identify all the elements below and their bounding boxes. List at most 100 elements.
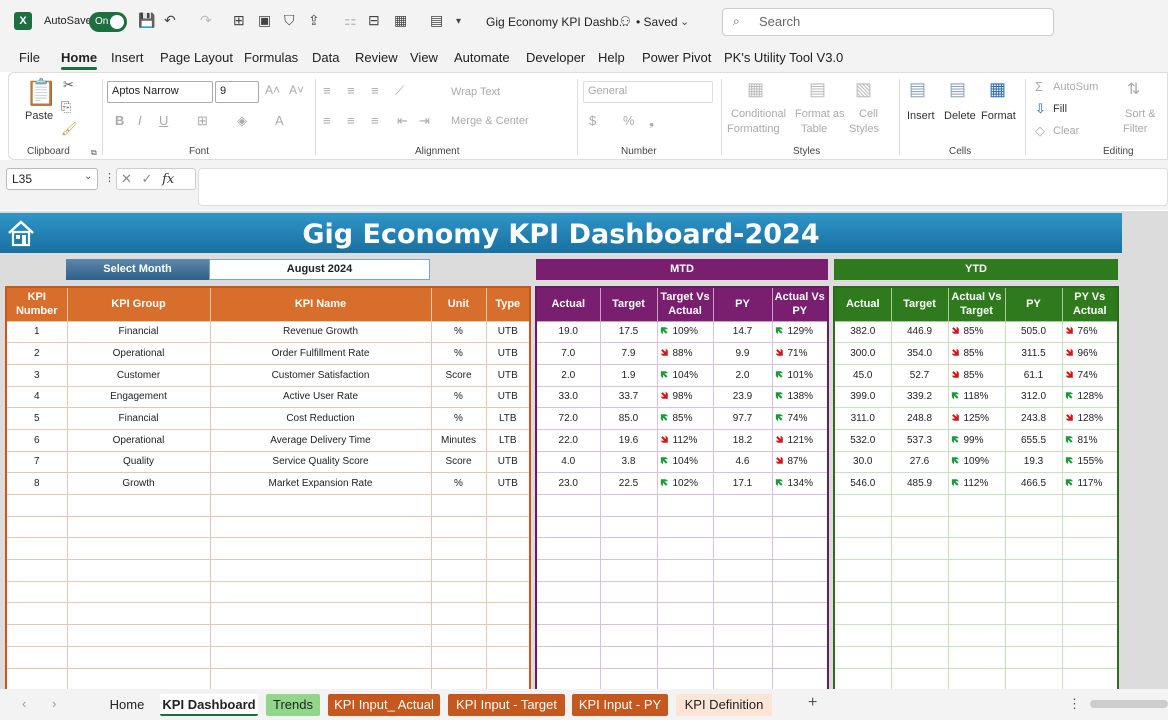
cell-group[interactable]: Engagement	[66, 385, 211, 409]
menu-home[interactable]: Home	[61, 50, 98, 70]
cell-mtd-actual[interactable]	[535, 515, 601, 539]
cell-ytd-target[interactable]	[890, 515, 949, 539]
cell-unit[interactable]	[430, 580, 487, 604]
add-sheet-icon[interactable]: +	[808, 694, 817, 712]
delete-cells-icon[interactable]: ▤	[949, 79, 966, 100]
menu-page-layout[interactable]: Page Layout	[160, 50, 233, 65]
pct-cell[interactable]: 🡼 109%	[947, 450, 1006, 474]
cell-ytd-actual[interactable]: 300.0	[833, 342, 892, 365]
cell-type[interactable]	[485, 624, 531, 647]
cell-ytd-target[interactable]: 339.2	[890, 385, 949, 409]
cell-num[interactable]: 5	[5, 407, 68, 430]
cell-ytd-actual[interactable]	[833, 667, 892, 691]
cell-ytd-py[interactable]	[1004, 494, 1063, 517]
cell-unit[interactable]	[430, 494, 487, 517]
sheet-tab-home[interactable]: Home	[100, 694, 154, 716]
cell-ytd-actual[interactable]	[833, 537, 892, 561]
cell-empty[interactable]	[771, 645, 829, 669]
cell-ytd-py[interactable]	[1004, 624, 1063, 647]
cell-num[interactable]	[5, 602, 68, 626]
cell-num[interactable]: 2	[5, 342, 68, 365]
pct-cell[interactable]: 🡾 112%	[656, 428, 714, 452]
pct-cell[interactable]: 🡼 104%	[656, 363, 714, 387]
cell-mtd-target[interactable]: 3.8	[599, 450, 658, 474]
cancel-icon[interactable]: ✕	[121, 171, 132, 186]
conditional-formatting-label-2[interactable]: Formatting	[727, 123, 780, 135]
cell-ytd-py[interactable]: 466.5	[1004, 472, 1063, 495]
cell-ytd-py[interactable]	[1004, 602, 1063, 626]
cell-ytd-py[interactable]	[1004, 645, 1063, 669]
scroll-right-icon[interactable]: ›	[52, 696, 56, 711]
cell-empty[interactable]	[656, 580, 714, 604]
cell-mtd-py[interactable]: 9.9	[712, 342, 773, 365]
cell-ytd-target[interactable]	[890, 602, 949, 626]
more-icon[interactable]: ⋮	[104, 171, 115, 184]
picture-icon[interactable]: ▣	[258, 12, 271, 29]
cell-name[interactable]	[209, 494, 432, 517]
cell-empty[interactable]	[947, 515, 1006, 539]
cell-empty[interactable]	[1061, 624, 1119, 647]
pct-cell[interactable]: 🡼 99%	[947, 428, 1006, 452]
cell-type[interactable]: UTB	[485, 472, 531, 495]
cell-mtd-py[interactable]	[712, 602, 773, 626]
cell-styles-label-1[interactable]: Cell	[859, 108, 878, 120]
cell-mtd-target[interactable]: 33.7	[599, 385, 658, 409]
cell-group[interactable]: Quality	[66, 450, 211, 474]
pct-cell[interactable]: 🡼 117%	[1061, 472, 1119, 495]
cell-empty[interactable]	[1061, 494, 1119, 517]
cell-num[interactable]: 8	[5, 472, 68, 495]
cell-unit[interactable]: %	[430, 320, 487, 344]
menu-insert[interactable]: Insert	[111, 50, 144, 65]
paste-button[interactable]: Paste	[25, 110, 53, 122]
align-middle-icon[interactable]: ≡	[347, 83, 355, 98]
cell-mtd-actual[interactable]: 23.0	[535, 472, 601, 495]
cell-name[interactable]: Cost Reduction	[209, 407, 432, 430]
cell-mtd-actual[interactable]	[535, 624, 601, 647]
pct-cell[interactable]: 🡼 81%	[1061, 428, 1119, 452]
cell-type[interactable]	[485, 515, 531, 539]
cell-num[interactable]	[5, 667, 68, 691]
cell-mtd-py[interactable]: 18.2	[712, 428, 773, 452]
pct-cell[interactable]: 🡼 109%	[656, 320, 714, 344]
cell-ytd-actual[interactable]	[833, 645, 892, 669]
fill-button[interactable]: Fill	[1053, 103, 1067, 115]
cell-mtd-target[interactable]: 22.5	[599, 472, 658, 495]
cell-ytd-py[interactable]	[1004, 667, 1063, 691]
cell-mtd-target[interactable]	[599, 667, 658, 691]
cell-empty[interactable]	[656, 624, 714, 647]
cell-mtd-py[interactable]: 97.7	[712, 407, 773, 430]
cell-type[interactable]: LTB	[485, 428, 531, 452]
pct-cell[interactable]: 🡾 87%	[771, 450, 829, 474]
cell-group[interactable]: Financial	[66, 320, 211, 344]
cell-name[interactable]: Active User Rate	[209, 385, 432, 409]
undo-icon[interactable]: ↶	[164, 12, 176, 29]
pct-cell[interactable]: 🡾 96%	[1061, 342, 1119, 365]
cell-empty[interactable]	[656, 494, 714, 517]
cell-name[interactable]	[209, 602, 432, 626]
cell-ytd-target[interactable]	[890, 580, 949, 604]
cell-ytd-py[interactable]: 655.5	[1004, 428, 1063, 452]
cell-ytd-py[interactable]: 243.8	[1004, 407, 1063, 430]
cell-ytd-py[interactable]	[1004, 537, 1063, 561]
cell-empty[interactable]	[656, 645, 714, 669]
autosum-icon[interactable]: Σ	[1035, 79, 1043, 94]
cell-mtd-py[interactable]	[712, 559, 773, 582]
cell-ytd-target[interactable]: 446.9	[890, 320, 949, 344]
month-selector[interactable]: August 2024	[209, 259, 430, 280]
sheet-tab-kpi-definition[interactable]: KPI Definition	[676, 694, 772, 716]
pct-cell[interactable]: 🡾 98%	[656, 385, 714, 409]
cell-ytd-py[interactable]: 19.3	[1004, 450, 1063, 474]
cell-ytd-actual[interactable]	[833, 559, 892, 582]
pct-cell[interactable]: 🡾 125%	[947, 407, 1006, 430]
cell-mtd-target[interactable]	[599, 537, 658, 561]
clear-icon[interactable]: ◇	[1035, 123, 1045, 139]
cell-mtd-py[interactable]	[712, 580, 773, 604]
cell-empty[interactable]	[947, 602, 1006, 626]
cell-mtd-actual[interactable]	[535, 645, 601, 669]
cell-mtd-py[interactable]: 17.1	[712, 472, 773, 495]
merge-center-button[interactable]: Merge & Center	[451, 115, 529, 127]
pct-cell[interactable]: 🡾 76%	[1061, 320, 1119, 344]
cell-mtd-actual[interactable]	[535, 667, 601, 691]
cell-name[interactable]: Service Quality Score	[209, 450, 432, 474]
cell-styles-icon[interactable]: ▧	[855, 79, 872, 100]
